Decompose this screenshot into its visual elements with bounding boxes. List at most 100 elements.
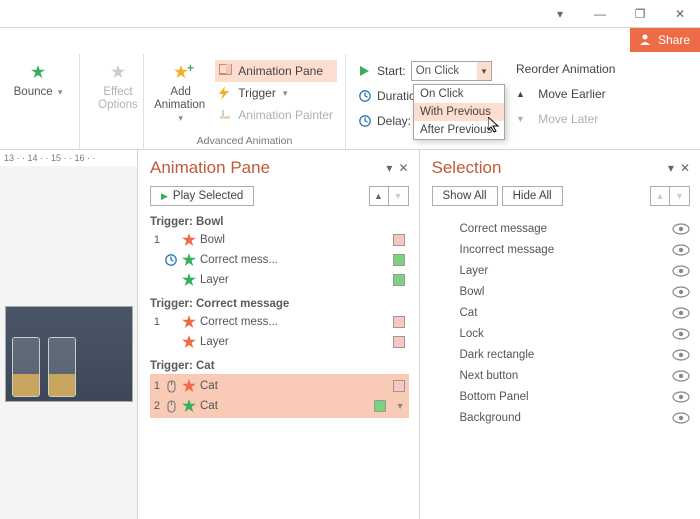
start-row: Start: On Click ▼ (354, 60, 496, 82)
play-icon (358, 64, 372, 78)
clock-icon (164, 253, 178, 267)
animation-row[interactable]: Correct mess... (150, 250, 409, 270)
person-icon (640, 34, 652, 46)
star-icon (182, 253, 196, 267)
svg-text:+: + (187, 62, 194, 75)
duration-bar (393, 380, 405, 392)
trigger-heading: Trigger: Correct message (150, 298, 409, 310)
duration-bar (393, 234, 405, 246)
selection-item[interactable]: Lock (460, 323, 691, 344)
eye-icon[interactable] (672, 349, 690, 361)
start-dropdown[interactable]: On Click ▼ (411, 61, 492, 81)
duration-bar (393, 336, 405, 348)
trigger-button[interactable]: Trigger▾ (215, 82, 337, 104)
sel-move-down: ▼ (670, 186, 690, 206)
add-animation-button[interactable]: + Add Animation ▾ (152, 58, 209, 130)
mouse-icon (165, 380, 178, 393)
selection-item[interactable]: Correct message (460, 218, 691, 239)
star-icon (182, 233, 196, 247)
eye-icon[interactable] (672, 412, 690, 424)
restore-button[interactable]: ❐ (620, 0, 660, 28)
share-label: Share (658, 33, 690, 47)
selection-item[interactable]: Layer (460, 260, 691, 281)
hide-all-button[interactable]: Hide All (502, 186, 563, 206)
clock-icon (358, 89, 372, 103)
animation-row[interactable]: 1Correct mess... (150, 312, 409, 332)
close-button[interactable]: ✕ (660, 0, 700, 28)
eye-icon[interactable] (672, 328, 690, 340)
duration-bar (393, 254, 405, 266)
animation-row[interactable]: 1Bowl (150, 230, 409, 250)
animation-name: Correct mess... (200, 316, 389, 328)
pane-close-icon[interactable]: ✕ (680, 161, 690, 175)
eye-icon[interactable] (672, 286, 690, 298)
bolt-icon (219, 86, 233, 100)
animation-row[interactable]: Layer (150, 270, 409, 290)
share-button[interactable]: Share (630, 28, 700, 52)
duration-bar (393, 274, 405, 286)
pane-icon (219, 64, 233, 78)
selection-item[interactable]: Bottom Panel (460, 386, 691, 407)
pane-options-icon[interactable]: ▾ (668, 161, 674, 175)
eye-icon[interactable] (672, 307, 690, 319)
selection-item[interactable]: Dark rectangle (460, 344, 691, 365)
pane-close-icon[interactable]: ✕ (398, 161, 408, 175)
slide-thumbnail-column: 13 · · 14 · · 15 · · 16 · · (0, 150, 138, 519)
selection-item-name: Cat (460, 307, 478, 319)
duration-bar (393, 316, 405, 328)
selection-item-name: Bottom Panel (460, 391, 529, 403)
bounce-star-icon (24, 62, 52, 86)
eye-icon[interactable] (672, 391, 690, 403)
mouse-icon (165, 400, 178, 413)
animation-name: Correct mess... (200, 254, 389, 266)
animation-name: Layer (200, 336, 389, 348)
show-all-button[interactable]: Show All (432, 186, 498, 206)
selection-item-name: Background (460, 412, 521, 424)
titlebar-options-icon[interactable]: ▾ (540, 0, 580, 28)
animation-row[interactable]: 1Cat (150, 376, 409, 396)
ruler: 13 · · 14 · · 15 · · 16 · · (0, 150, 137, 166)
pane-options-icon[interactable]: ▾ (386, 161, 392, 175)
animation-pane-button[interactable]: Animation Pane (215, 60, 337, 82)
animation-row[interactable]: 2Cat▼ (150, 396, 409, 416)
star-icon (182, 399, 196, 413)
eye-icon[interactable] (672, 370, 690, 382)
animation-name: Cat (200, 380, 389, 392)
duration-bar (374, 400, 386, 412)
play-selected-button[interactable]: ▶ Play Selected (150, 186, 254, 206)
bounce-effect-button[interactable]: Bounce ▾ (8, 58, 68, 103)
clock-icon (358, 114, 372, 128)
minimize-button[interactable]: — (580, 0, 620, 28)
cursor-icon (488, 117, 504, 133)
share-bar: Share (0, 28, 700, 54)
selection-list: Correct messageIncorrect message Layer Bow… (432, 218, 691, 428)
animation-painter-button: Animation Painter (215, 104, 337, 126)
eye-icon[interactable] (672, 265, 690, 277)
selection-item[interactable]: Incorrect message (460, 239, 691, 260)
animation-name: Cat (200, 400, 370, 412)
move-down-button: ▼ (389, 186, 409, 206)
eye-icon[interactable] (672, 223, 690, 235)
move-earlier-button[interactable]: ▲ Move Earlier (512, 83, 619, 105)
selection-item[interactable]: Cat (460, 302, 691, 323)
selection-item[interactable]: Bowl (460, 281, 691, 302)
animation-pane: Animation Pane ▾✕ ▶ Play Selected ▲ ▼ Tr… (138, 150, 419, 519)
selection-item[interactable]: Background (460, 407, 691, 428)
star-icon (182, 315, 196, 329)
animation-name: Bowl (200, 234, 389, 246)
selection-item[interactable]: Next button (460, 365, 691, 386)
sel-move-up: ▲ (650, 186, 670, 206)
start-option-onclick[interactable]: On Click (414, 85, 504, 103)
move-up-button[interactable]: ▲ (369, 186, 389, 206)
star-icon (182, 379, 196, 393)
trigger-heading: Trigger: Bowl (150, 216, 409, 228)
animation-name: Layer (200, 274, 389, 286)
animation-row[interactable]: Layer (150, 332, 409, 352)
chevron-down-icon[interactable]: ▼ (396, 401, 405, 411)
window-titlebar: ▾ — ❐ ✕ (0, 0, 700, 28)
eye-icon[interactable] (672, 244, 690, 256)
effect-options-button: Effect Options (88, 58, 148, 116)
add-animation-icon: + (167, 62, 195, 86)
slide-thumbnail[interactable] (5, 306, 133, 402)
selection-item-name: Layer (460, 265, 489, 277)
